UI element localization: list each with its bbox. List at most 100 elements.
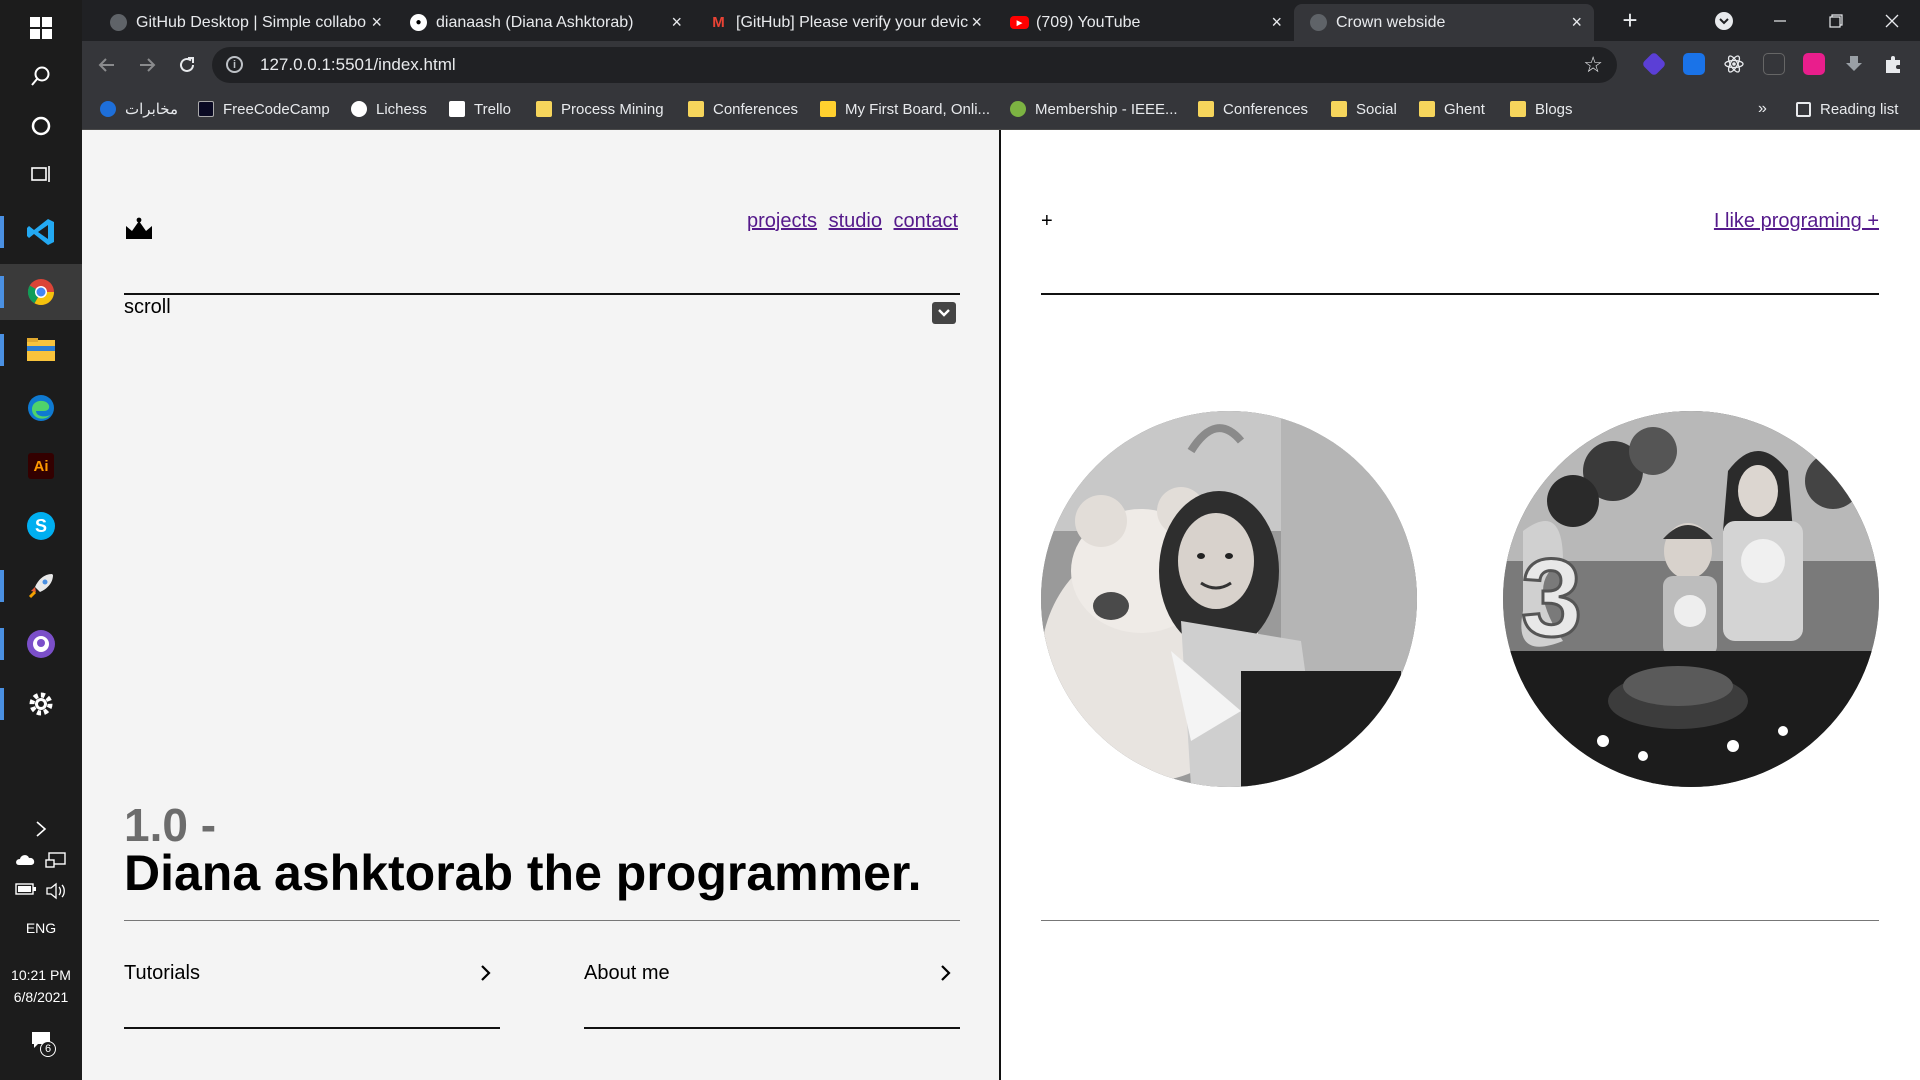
github-icon: ●	[410, 14, 427, 31]
close-icon	[1885, 14, 1899, 27]
bookmark-label: Membership - IEEE...	[1035, 100, 1178, 118]
bookmark-label: My First Board, Onli...	[845, 100, 991, 118]
close-window-button[interactable]	[1864, 0, 1920, 41]
taskbar-file-explorer[interactable]	[0, 322, 82, 378]
onedrive-icon[interactable]	[15, 852, 37, 866]
download-extension-icon[interactable]	[1843, 53, 1865, 75]
tutorials-link[interactable]: Tutorials	[124, 962, 200, 985]
action-center-button[interactable]: 6	[0, 1030, 82, 1057]
crown-icon[interactable]	[124, 216, 154, 240]
restore-button[interactable]	[1808, 0, 1864, 41]
bookmark-item[interactable]: Trello	[449, 97, 511, 121]
minimize-button[interactable]	[1752, 0, 1808, 41]
tab-search-button[interactable]	[1696, 0, 1752, 41]
taskbar-edge[interactable]	[0, 380, 82, 436]
site-info-icon[interactable]: i	[226, 56, 243, 73]
address-bar[interactable]: i 127.0.0.1:5501/index.html ☆	[212, 47, 1617, 83]
globe-icon	[110, 14, 127, 31]
bookmark-item[interactable]: مخابرات	[100, 97, 178, 121]
close-tab-icon[interactable]: ×	[971, 12, 982, 33]
tab-gmail[interactable]: M [GitHub] Please verify your devic ×	[694, 4, 994, 41]
divider	[584, 1027, 960, 1029]
bookmark-folder[interactable]: Process Mining	[536, 97, 664, 121]
nav-link-projects[interactable]: projects	[747, 210, 817, 232]
plus-button[interactable]: +	[1041, 210, 1053, 233]
reload-button[interactable]	[170, 48, 204, 82]
close-tab-icon[interactable]: ×	[371, 12, 382, 33]
divider	[1041, 293, 1879, 295]
new-tab-button[interactable]: +	[1602, 0, 1658, 41]
tab-crown-webside[interactable]: Crown webside ×	[1294, 4, 1594, 41]
close-tab-icon[interactable]: ×	[1571, 12, 1582, 33]
clock-time[interactable]: 10:21 PM	[0, 967, 82, 983]
taskbar-vscode[interactable]	[0, 204, 82, 260]
battery-icon[interactable]	[15, 882, 37, 896]
taskbar-skype[interactable]: S	[0, 498, 82, 554]
nav-link-studio[interactable]: studio	[829, 210, 882, 232]
extension-purple-icon[interactable]	[1641, 51, 1667, 77]
tab-title: [GitHub] Please verify your devic	[736, 13, 968, 31]
close-tab-icon[interactable]: ×	[1271, 12, 1282, 33]
restore-icon	[1829, 13, 1843, 28]
extension-blue-icon[interactable]	[1683, 53, 1705, 75]
task-view-button[interactable]	[0, 146, 82, 202]
main-nav: projects studio contact	[741, 210, 958, 233]
about-me-link[interactable]: About me	[584, 962, 670, 985]
tab-youtube[interactable]: ▶ (709) YouTube ×	[994, 4, 1294, 41]
folder-icon	[688, 101, 704, 117]
bookmark-label: Social	[1356, 100, 1397, 118]
language-indicator[interactable]: ENG	[0, 920, 82, 936]
chevron-right-icon[interactable]	[937, 962, 955, 984]
react-devtools-icon[interactable]	[1723, 53, 1745, 75]
taskbar-illustrator[interactable]: Ai	[0, 438, 82, 494]
extensions-puzzle-icon[interactable]	[1883, 53, 1905, 75]
bookmark-folder[interactable]: Conferences	[1198, 97, 1308, 121]
scroll-down-button[interactable]	[932, 302, 956, 324]
volume-icon[interactable]	[45, 882, 67, 900]
bookmark-item[interactable]: Membership - IEEE...	[1010, 97, 1178, 121]
close-tab-icon[interactable]: ×	[671, 12, 682, 33]
bookmark-folder[interactable]: Ghent	[1419, 97, 1485, 121]
extension-grey-icon[interactable]	[1763, 53, 1785, 75]
bookmark-item[interactable]: My First Board, Onli...	[820, 97, 990, 121]
tab-github-desktop[interactable]: GitHub Desktop | Simple collabo ×	[94, 4, 394, 41]
bookmark-item[interactable]: Lichess	[351, 97, 427, 121]
bookmark-folder[interactable]: Conferences	[688, 97, 798, 121]
back-button[interactable]	[90, 48, 124, 82]
forward-button[interactable]	[130, 48, 164, 82]
leaf-icon	[1010, 101, 1026, 117]
arrow-right-icon	[140, 58, 156, 72]
left-panel: projects studio contact scroll 1.0 - Dia…	[82, 130, 1001, 1080]
bookmark-star-icon[interactable]: ☆	[1583, 52, 1603, 78]
bookmark-folder[interactable]: Blogs	[1510, 97, 1573, 121]
divider	[124, 920, 960, 921]
bookmark-folder[interactable]: Social	[1331, 97, 1397, 121]
web-page: projects studio contact scroll 1.0 - Dia…	[82, 130, 1920, 1080]
extension-pink-icon[interactable]	[1803, 53, 1825, 75]
bookmark-item[interactable]: FreeCodeCamp	[198, 97, 330, 121]
show-hidden-icons[interactable]	[0, 820, 82, 841]
tab-github-profile[interactable]: ● dianaash (Diana Ashktorab) ×	[394, 4, 694, 41]
folder-icon	[1198, 101, 1214, 117]
taskbar-settings[interactable]	[0, 676, 82, 732]
tab-title: Crown webside	[1336, 13, 1446, 31]
i-like-programing-link[interactable]: I like programing +	[1714, 210, 1879, 233]
taskbar-github-desktop[interactable]	[0, 616, 82, 672]
freecodecamp-icon	[198, 101, 214, 117]
nav-link-contact[interactable]: contact	[894, 210, 958, 232]
taskbar-chrome[interactable]	[0, 264, 82, 320]
browser-toolbar: i 127.0.0.1:5501/index.html ☆	[82, 41, 1920, 88]
chrome-icon	[27, 279, 55, 306]
reading-list-button[interactable]: Reading list	[1796, 97, 1898, 121]
network-icon[interactable]	[45, 852, 67, 868]
chevron-right-icon[interactable]	[477, 962, 495, 984]
browser-window: GitHub Desktop | Simple collabo × ● dian…	[82, 0, 1920, 130]
tab-title: GitHub Desktop | Simple collabo	[136, 13, 367, 31]
bookmarks-overflow-button[interactable]: »	[1758, 97, 1767, 121]
taskbar-rocket-app[interactable]	[0, 558, 82, 614]
skype-icon: S	[27, 512, 55, 540]
search-button[interactable]	[0, 48, 82, 104]
clock-date[interactable]: 6/8/2021	[0, 989, 82, 1005]
page-title: Diana ashktorab the programmer.	[124, 845, 922, 901]
url-text[interactable]: 127.0.0.1:5501/index.html	[260, 55, 456, 75]
